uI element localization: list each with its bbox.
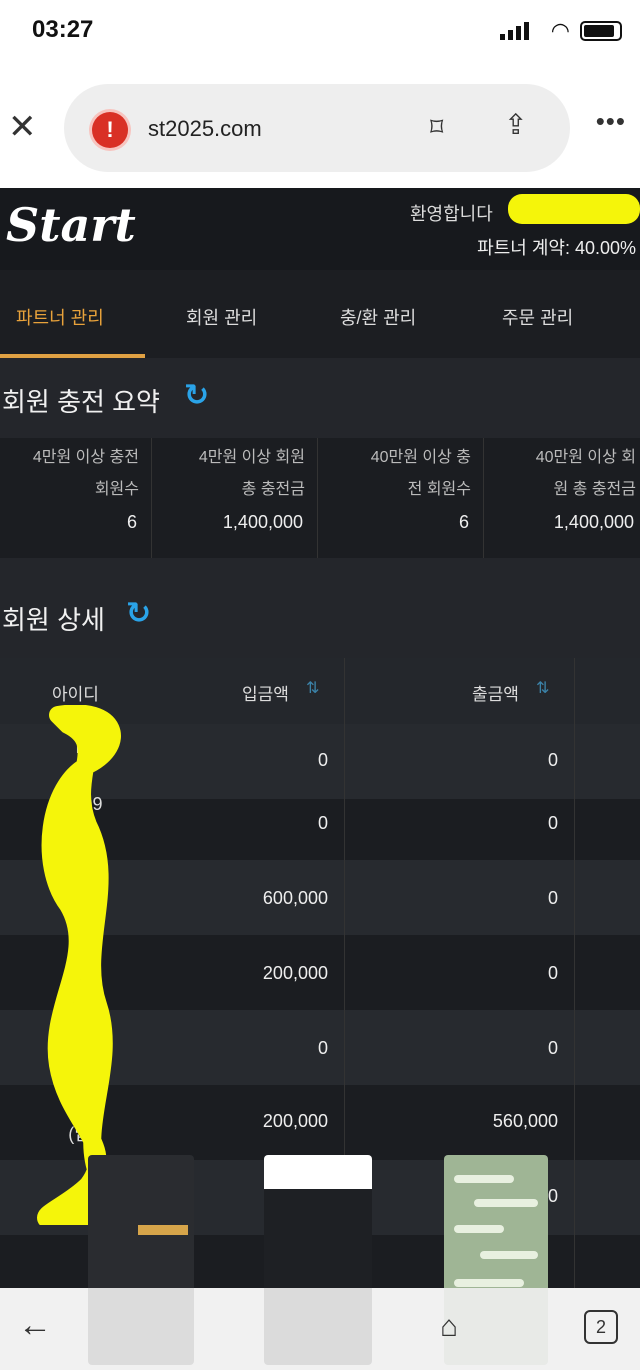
summary-col: 40만원 이상 충 전 회원수 6 [318, 438, 484, 558]
col-withdraw-header[interactable]: 출금액 [472, 680, 519, 705]
deposit-cell: 0 [317, 1038, 328, 1058]
browser-bottom-bar: ← ⌂ 2 [0, 1288, 640, 1370]
status-time: 03:27 [32, 16, 94, 43]
summary-header: 4만원 이상 회원 총 충전금 [198, 449, 305, 498]
partner-contract: 파트너 계약: 40.00% [477, 238, 636, 258]
summary-header: 40만원 이상 회 원 총 충전금 [535, 449, 636, 498]
back-arrow-icon[interactable]: ← [18, 1306, 52, 1345]
chat-bubble [454, 1225, 504, 1233]
home-icon[interactable]: ⌂ [440, 1310, 458, 1344]
close-icon[interactable]: ✕ [8, 107, 37, 147]
col-deposit-header[interactable]: 입금액 [242, 680, 289, 705]
tab-partner[interactable]: 파트너 관리 [16, 304, 104, 330]
battery-icon [580, 21, 622, 41]
wifi-icon: ◠ [550, 18, 570, 43]
summary-value: 1,400,000 [222, 512, 303, 532]
withdraw-cell: 560,000 [492, 1111, 558, 1131]
tab-members[interactable]: 회원 관리 [186, 304, 257, 330]
url-text[interactable]: st2025.com [148, 116, 262, 142]
status-bar: 03:27 ◠ [0, 0, 640, 62]
chat-bubble [474, 1199, 538, 1207]
withdraw-cell: 0 [547, 888, 558, 908]
deposit-cell: 0 [317, 750, 328, 770]
active-tab-indicator [0, 354, 145, 358]
thumbnail-detail [138, 1225, 188, 1235]
nav-tabs: 파트너 관리 회원 관리 충/환 관리 주문 관리 [0, 270, 640, 358]
deposit-cell: 600,000 [262, 888, 328, 908]
summary-col: 4만원 이상 충전 회원수 6 [0, 438, 152, 558]
withdraw-cell: 0 [547, 813, 558, 833]
chat-bubble [454, 1175, 514, 1183]
detail-title: 회원 상세 [2, 605, 105, 635]
summary-title: 회원 충전 요약 [2, 387, 160, 417]
summary-header: 4만원 이상 충전 회원수 [32, 449, 139, 498]
tab-count-button[interactable]: 2 [584, 1310, 618, 1344]
summary-value: 6 [458, 512, 469, 532]
deposit-cell: 0 [317, 813, 328, 833]
summary-value: 6 [126, 512, 137, 532]
col-id-header[interactable]: 아이디 [52, 680, 99, 705]
withdraw-cell: 0 [547, 1038, 558, 1058]
withdraw-cell: 0 [547, 750, 558, 770]
summary-col: 40만원 이상 회 원 총 충전금 1,400,000 [484, 438, 640, 558]
summary-col: 4만원 이상 회원 총 충전금 1,400,000 [152, 438, 318, 558]
summary-header: 40만원 이상 충 전 회원수 [370, 449, 471, 498]
chat-bubble [480, 1251, 538, 1259]
chat-bubble [454, 1279, 524, 1287]
tab-charge-exchange[interactable]: 충/환 관리 [340, 304, 416, 330]
refresh-icon[interactable]: ↻ [184, 378, 209, 413]
address-bar[interactable]: ! st2025.com ⌑ ⇪ [64, 84, 570, 172]
thumbnail-header [264, 1155, 372, 1189]
site-header: Start 환영합니다 파트너 계약: 40.00% [0, 188, 640, 270]
not-secure-icon[interactable]: ! [92, 112, 128, 148]
deposit-cell: 200,000 [262, 963, 328, 983]
deposit-cell: 200,000 [262, 1111, 328, 1131]
tab-orders[interactable]: 주문 관리 [502, 304, 573, 330]
redaction-scribble [37, 705, 121, 1225]
summary-value: 1,400,000 [553, 512, 634, 532]
bookmark-icon[interactable]: ⌑ [430, 112, 443, 143]
withdraw-cell: 0 [547, 963, 558, 983]
sort-icon[interactable]: ⇅ [306, 678, 319, 698]
refresh-icon[interactable]: ↻ [126, 596, 151, 631]
summary-table: 4만원 이상 충전 회원수 6 4만원 이상 회원 총 충전금 1,400,00… [0, 438, 640, 558]
browser-toolbar: ✕ ! st2025.com ⌑ ⇪ ••• [0, 62, 640, 188]
redaction-mark [508, 194, 640, 224]
more-icon[interactable]: ••• [596, 106, 626, 137]
share-icon[interactable]: ⇪ [504, 108, 527, 141]
site-logo[interactable]: Start [6, 198, 136, 252]
signal-icon [500, 22, 529, 40]
sort-icon[interactable]: ⇅ [536, 678, 549, 698]
